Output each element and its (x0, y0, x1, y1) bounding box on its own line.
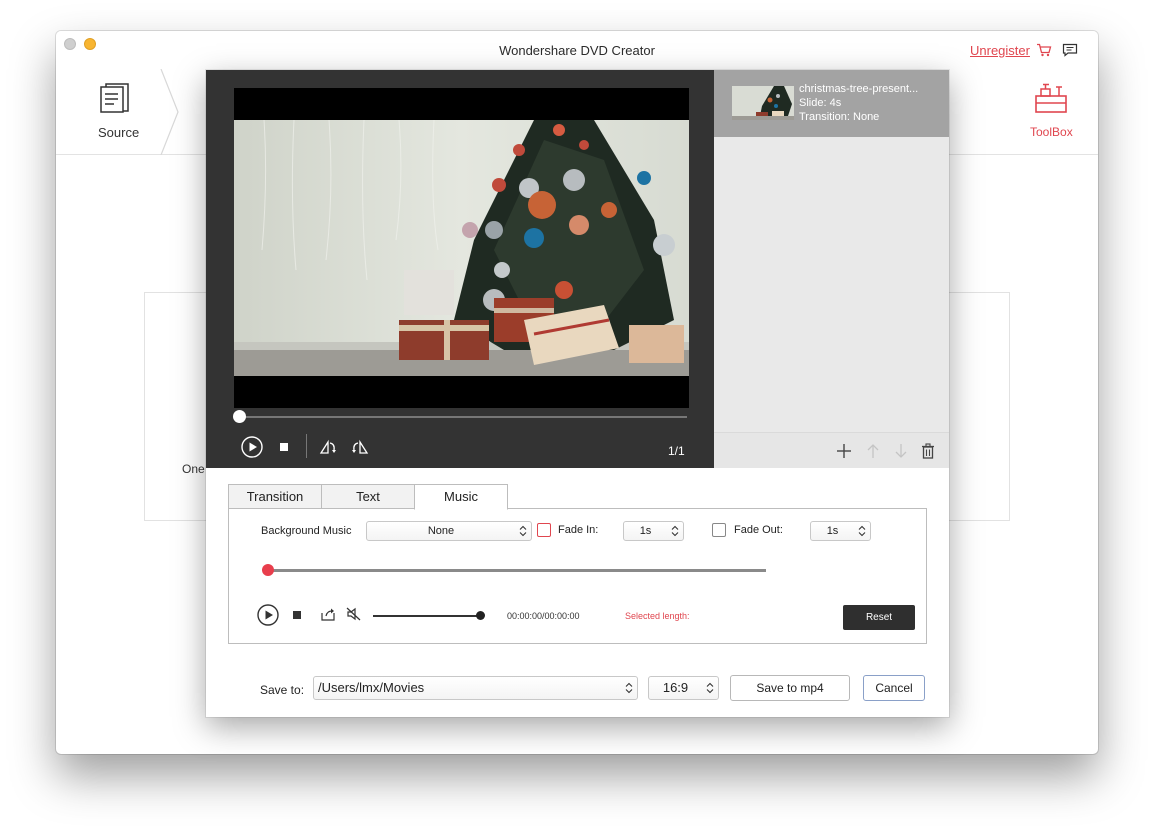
fade-in-value: 1s (639, 525, 652, 537)
source-step-label[interactable]: Source (98, 125, 139, 140)
rotate-left-icon[interactable] (319, 439, 337, 455)
fade-in-checkbox[interactable] (537, 523, 551, 537)
aspect-ratio-value: 16:9 (662, 680, 689, 695)
save-to-label: Save to: (260, 683, 305, 697)
music-time-display: 00:00:00/00:00:00 (507, 611, 580, 621)
cart-icon[interactable] (1036, 43, 1052, 57)
slide-name: christmas-tree-present... (799, 83, 919, 95)
toolbox-icon[interactable] (1034, 83, 1068, 115)
chevron-updown-icon (706, 682, 714, 694)
preview-progress-track[interactable] (239, 416, 687, 418)
step-separator-icon (160, 69, 179, 155)
fade-out-checkbox[interactable] (712, 523, 726, 537)
title-bar: Wondershare DVD Creator Unregister (56, 31, 1098, 69)
video-preview-panel: 1/1 (206, 70, 714, 468)
volume-slider-knob[interactable] (476, 611, 485, 620)
tab-music[interactable]: Music (414, 484, 508, 510)
video-frame (234, 88, 689, 408)
trash-icon[interactable] (920, 443, 936, 459)
chevron-updown-icon (625, 682, 633, 694)
background-music-select[interactable]: None (366, 521, 532, 541)
slide-list-item[interactable]: christmas-tree-present... Slide: 4s Tran… (714, 70, 949, 137)
cancel-button[interactable]: Cancel (863, 675, 925, 701)
chevron-updown-icon (671, 525, 679, 537)
music-play-icon[interactable] (257, 604, 279, 626)
control-divider (306, 434, 307, 458)
add-icon[interactable] (836, 443, 852, 459)
background-music-label: Background Music (261, 525, 352, 537)
music-timeline-knob[interactable] (262, 564, 274, 576)
move-up-icon[interactable] (865, 443, 881, 459)
background-music-value: None (427, 525, 455, 537)
aspect-ratio-select[interactable]: 16:9 (648, 676, 719, 700)
save-path-select[interactable]: /Users/lmx/Movies (313, 676, 638, 700)
slide-thumbnail (732, 86, 794, 120)
fade-out-label: Fade Out: (734, 524, 783, 536)
music-timeline-track[interactable] (269, 569, 766, 572)
stop-icon[interactable] (278, 441, 290, 453)
music-tab-panel: Background Music None Fade In: 1s Fade O… (228, 508, 927, 644)
music-stop-icon[interactable] (292, 610, 302, 620)
message-icon[interactable] (1062, 43, 1078, 57)
slide-transition: Transition: None (799, 111, 880, 123)
chevron-updown-icon (519, 525, 527, 537)
window-title: Wondershare DVD Creator (499, 43, 655, 58)
reset-button[interactable]: Reset (843, 605, 915, 630)
volume-slider-track[interactable] (373, 615, 481, 617)
slide-duration: Slide: 4s (799, 97, 842, 109)
fade-in-label: Fade In: (558, 524, 599, 536)
tab-transition[interactable]: Transition (228, 484, 322, 509)
christmas-tree-image (234, 120, 689, 376)
move-down-icon[interactable] (893, 443, 909, 459)
selected-length-label: Selected length: (625, 611, 690, 621)
play-icon[interactable] (241, 436, 263, 458)
toolbox-label[interactable]: ToolBox (1030, 125, 1073, 139)
mute-icon[interactable] (346, 607, 362, 621)
export-icon[interactable] (321, 607, 335, 621)
rotate-right-icon[interactable] (351, 439, 369, 455)
slide-page-counter: 1/1 (668, 444, 685, 458)
fade-out-value: 1s (826, 525, 839, 537)
save-to-mp4-button[interactable]: Save to mp4 (730, 675, 850, 701)
tab-text[interactable]: Text (321, 484, 415, 509)
unregister-link[interactable]: Unregister (970, 43, 1030, 58)
slide-list-panel: christmas-tree-present... Slide: 4s Tran… (714, 70, 949, 468)
background-partial-text: One (182, 462, 205, 476)
preview-progress-knob[interactable] (233, 410, 246, 423)
slide-list-toolbar (714, 432, 949, 468)
document-icon[interactable] (98, 82, 130, 114)
save-path-value: /Users/lmx/Movies (318, 680, 425, 695)
slideshow-editor-dialog: 1/1 christmas-tree-present... Slide: 4s … (206, 70, 949, 717)
fade-out-select[interactable]: 1s (810, 521, 871, 541)
fade-in-select[interactable]: 1s (623, 521, 684, 541)
chevron-updown-icon (858, 525, 866, 537)
